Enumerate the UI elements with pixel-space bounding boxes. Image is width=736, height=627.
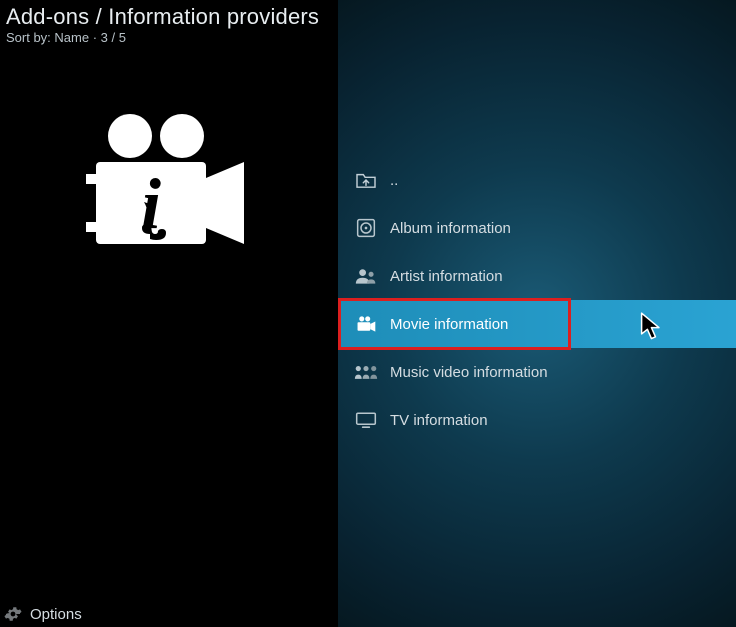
- page-title: Add-ons / Information providers: [6, 4, 332, 30]
- right-panel: .. Album information: [338, 0, 736, 627]
- tv-icon: [352, 406, 380, 434]
- sort-status: Sort by: Name · 3 / 5: [6, 30, 332, 45]
- artist-icon: [352, 262, 380, 290]
- list-item-parent[interactable]: ..: [338, 156, 736, 204]
- svg-text:i: i: [141, 164, 161, 244]
- category-icon: i: [72, 106, 252, 266]
- addon-list: .. Album information: [338, 156, 736, 444]
- list-item-tv[interactable]: TV information: [338, 396, 736, 444]
- header: Add-ons / Information providers Sort by:…: [0, 0, 338, 45]
- folder-up-icon: [352, 166, 380, 194]
- gear-icon: [4, 605, 22, 623]
- list-label: Artist information: [390, 268, 503, 285]
- list-label: Movie information: [390, 316, 508, 333]
- movie-icon: [352, 310, 380, 338]
- list-item-artist[interactable]: Artist information: [338, 252, 736, 300]
- album-icon: [352, 214, 380, 242]
- footer-options[interactable]: Options: [4, 605, 82, 623]
- list-label: TV information: [390, 412, 488, 429]
- list-label: Album information: [390, 220, 511, 237]
- list-item-music-video[interactable]: Music video information: [338, 348, 736, 396]
- list-item-album[interactable]: Album information: [338, 204, 736, 252]
- music-video-icon: [352, 358, 380, 386]
- list-item-movie[interactable]: Movie information: [338, 300, 736, 348]
- left-panel: Add-ons / Information providers Sort by:…: [0, 0, 338, 627]
- list-label: Music video information: [390, 364, 548, 381]
- list-label: ..: [390, 172, 398, 189]
- footer-options-label: Options: [30, 606, 82, 623]
